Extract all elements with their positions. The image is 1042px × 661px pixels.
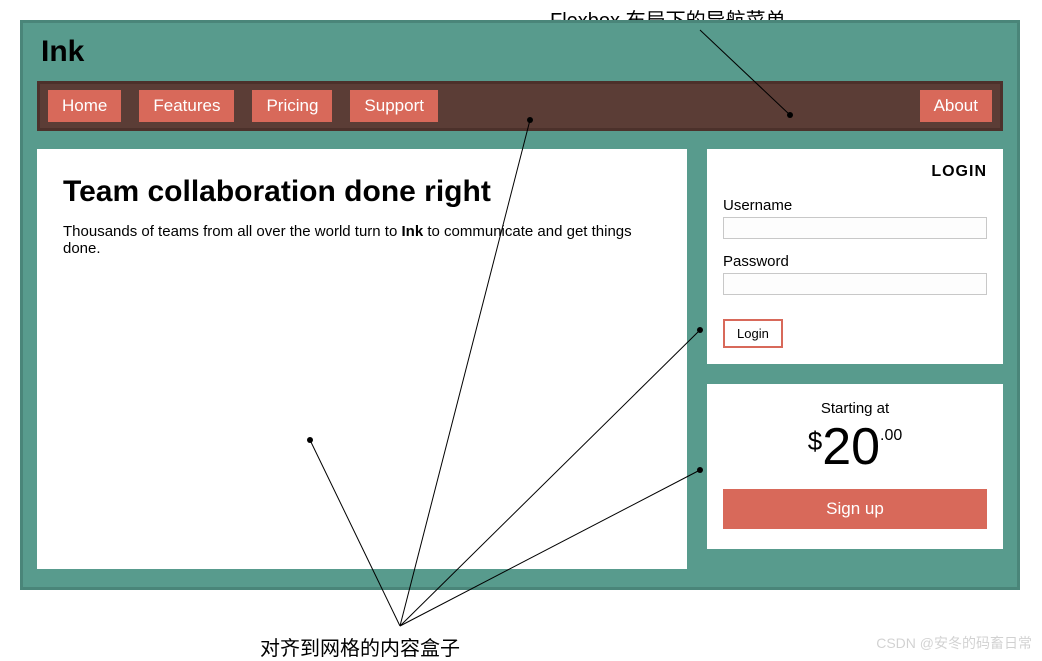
hero-box: Team collaboration done right Thousands … [37, 149, 687, 569]
hero-sub-bold: Ink [402, 223, 424, 240]
nav-features-button[interactable]: Features [139, 90, 234, 122]
nav-about-button[interactable]: About [920, 90, 992, 122]
nav-support-button[interactable]: Support [350, 90, 438, 122]
main-navbar: Home Features Pricing Support About [37, 81, 1003, 131]
content-grid: Team collaboration done right Thousands … [37, 149, 1003, 569]
nav-home-button[interactable]: Home [48, 90, 121, 122]
annotation-bottom-label: 对齐到网格的内容盒子 [260, 632, 460, 661]
watermark: CSDN @安冬的码畜日常 [876, 633, 1032, 653]
currency-symbol: $ [808, 426, 822, 457]
price-row: $ 20 .00 [723, 421, 987, 473]
password-input[interactable] [723, 273, 987, 295]
hero-heading: Team collaboration done right [63, 175, 661, 209]
pricing-card: Starting at $ 20 .00 Sign up [707, 384, 1003, 549]
price-amount: 20 [822, 421, 880, 473]
page-container: Ink Home Features Pricing Support About … [20, 20, 1020, 590]
login-title: LOGIN [723, 163, 987, 181]
login-button[interactable]: Login [723, 319, 783, 348]
side-column: LOGIN Username Password Login Starting a… [707, 149, 1003, 549]
nav-pricing-button[interactable]: Pricing [252, 90, 332, 122]
login-card: LOGIN Username Password Login [707, 149, 1003, 364]
username-label: Username [723, 197, 987, 214]
signup-button[interactable]: Sign up [723, 489, 987, 529]
hero-subtext: Thousands of teams from all over the wor… [63, 223, 661, 257]
site-logo: Ink [41, 35, 1003, 69]
price-cents: .00 [880, 427, 902, 445]
username-input[interactable] [723, 217, 987, 239]
pricing-starting-label: Starting at [723, 400, 987, 417]
password-label: Password [723, 253, 987, 270]
hero-sub-pre: Thousands of teams from all over the wor… [63, 223, 402, 240]
